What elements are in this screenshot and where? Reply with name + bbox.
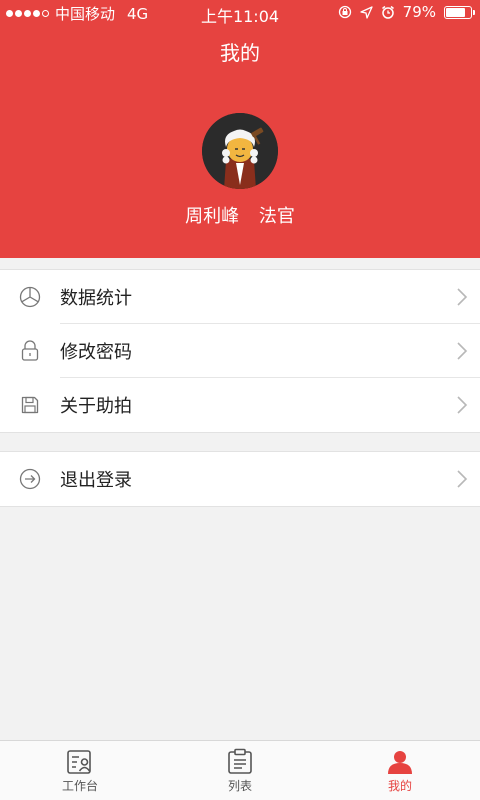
chevron-right-icon <box>457 288 468 306</box>
page-title: 我的 <box>220 41 260 65</box>
rotation-lock-icon <box>338 5 351 19</box>
chevron-right-icon <box>457 470 468 488</box>
alarm-icon <box>381 5 394 19</box>
tab-mine[interactable]: 我的 <box>320 741 480 800</box>
logout-group: 退出登录 <box>0 451 480 507</box>
clipboard-list-icon <box>228 748 252 774</box>
logout-icon <box>19 468 41 490</box>
save-disk-icon <box>21 396 39 414</box>
workbench-icon <box>67 750 91 774</box>
tab-label: 工作台 <box>61 779 98 793</box>
battery-percent: 79% <box>402 3 436 21</box>
battery-icon <box>444 5 475 19</box>
user-role: 法官 <box>258 206 295 227</box>
settings-menu: 数据统计 修改密码 关于助拍 <box>0 269 480 433</box>
tab-label: 列表 <box>227 779 252 793</box>
menu-item-change-password[interactable]: 修改密码 <box>0 324 480 378</box>
status-bar: 中国移动 4G 上午11:04 79% <box>0 0 480 26</box>
user-info: 周利峰 法官 <box>0 202 480 228</box>
chevron-right-icon <box>457 396 468 414</box>
menu-item-label: 数据统计 <box>60 288 132 309</box>
profile-header: 中国移动 4G 上午11:04 79% 我的 周利峰 法官 <box>0 0 480 258</box>
menu-item-label: 关于助拍 <box>60 396 132 417</box>
tab-label: 我的 <box>387 779 412 793</box>
user-icon <box>388 751 412 774</box>
tab-bar: 工作台 列表 我的 <box>0 740 480 800</box>
tab-list[interactable]: 列表 <box>160 741 320 800</box>
judge-avatar-illustration <box>202 113 278 189</box>
menu-item-about[interactable]: 关于助拍 <box>0 378 480 432</box>
user-name: 周利峰 <box>185 206 240 227</box>
menu-item-label: 修改密码 <box>60 342 132 363</box>
chevron-right-icon <box>457 342 468 360</box>
location-arrow-icon <box>360 5 373 19</box>
avatar[interactable] <box>202 113 278 189</box>
pie-chart-icon <box>19 286 41 308</box>
lock-icon <box>21 340 39 361</box>
logout-label: 退出登录 <box>60 470 132 491</box>
tab-workbench[interactable]: 工作台 <box>0 741 160 800</box>
menu-item-statistics[interactable]: 数据统计 <box>0 270 480 324</box>
logout-button[interactable]: 退出登录 <box>0 452 480 506</box>
